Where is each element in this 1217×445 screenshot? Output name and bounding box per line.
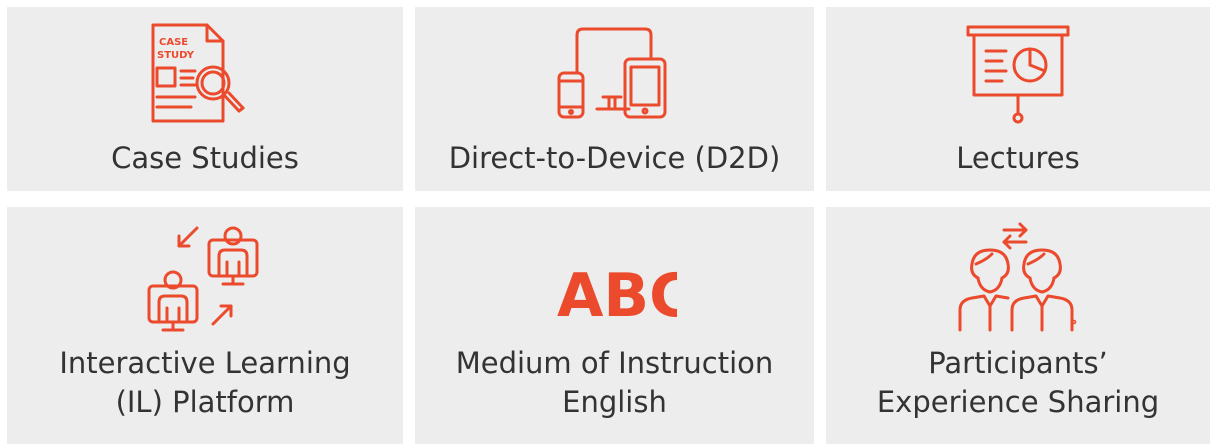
svg-text:CASE: CASE — [159, 37, 188, 48]
svg-text:STUDY: STUDY — [157, 50, 195, 61]
presentation-board-icon — [956, 21, 1080, 125]
feature-card-case-studies: CASE STUDY Case Studies — [7, 7, 403, 191]
feature-label: Lectures — [956, 141, 1080, 175]
feature-label: Direct-to-Device (D2D) — [448, 141, 781, 175]
feature-card-interactive-learning: Interactive Learning (IL) Platform — [7, 207, 403, 444]
feature-grid: CASE STUDY Case Studies Direct-to-Device… — [0, 0, 1217, 445]
people-exchange-icon — [956, 220, 1080, 336]
feature-card-experience-sharing: Participants’ Experience Sharing — [826, 207, 1210, 444]
feature-label: Participants’ Experience Sharing — [876, 346, 1160, 419]
feature-card-lectures: Lectures — [826, 7, 1210, 191]
svg-text:ABC: ABC — [557, 261, 677, 331]
feature-card-medium-of-instruction: ABC Medium of Instruction English — [415, 207, 814, 444]
devices-icon — [553, 21, 677, 125]
feature-label: Case Studies — [111, 141, 299, 175]
abc-language-icon: ABC — [553, 220, 677, 336]
feature-card-direct-to-device: Direct-to-Device (D2D) — [415, 7, 814, 191]
interactive-learning-icon — [143, 220, 267, 336]
case-study-icon: CASE STUDY — [143, 21, 267, 125]
feature-label: Medium of Instruction English — [455, 346, 774, 419]
feature-label: Interactive Learning (IL) Platform — [59, 346, 351, 419]
